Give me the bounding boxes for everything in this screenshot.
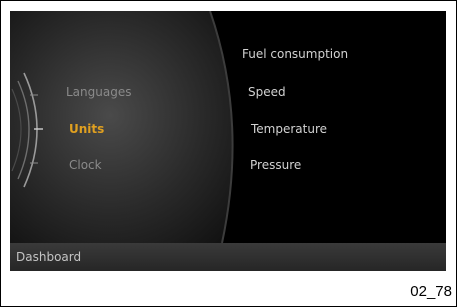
submenu-item-pressure[interactable]: Pressure [250, 158, 301, 172]
submenu-item-fuel-consumption[interactable]: Fuel consumption [242, 47, 348, 61]
figure-frame: Languages Units Clock Fuel consumption S… [0, 0, 457, 307]
submenu-item-speed[interactable]: Speed [248, 85, 286, 99]
submenu-item-temperature[interactable]: Temperature [251, 122, 327, 136]
footer-bar: Dashboard [10, 243, 446, 271]
display-screen: Languages Units Clock Fuel consumption S… [10, 11, 446, 271]
figure-caption: 02_78 [410, 283, 452, 300]
menu-item-languages[interactable]: Languages [66, 85, 131, 99]
menu-item-clock[interactable]: Clock [69, 158, 102, 172]
menu-item-units[interactable]: Units [69, 122, 104, 136]
screen-background [10, 11, 446, 271]
footer-title: Dashboard [16, 250, 82, 264]
